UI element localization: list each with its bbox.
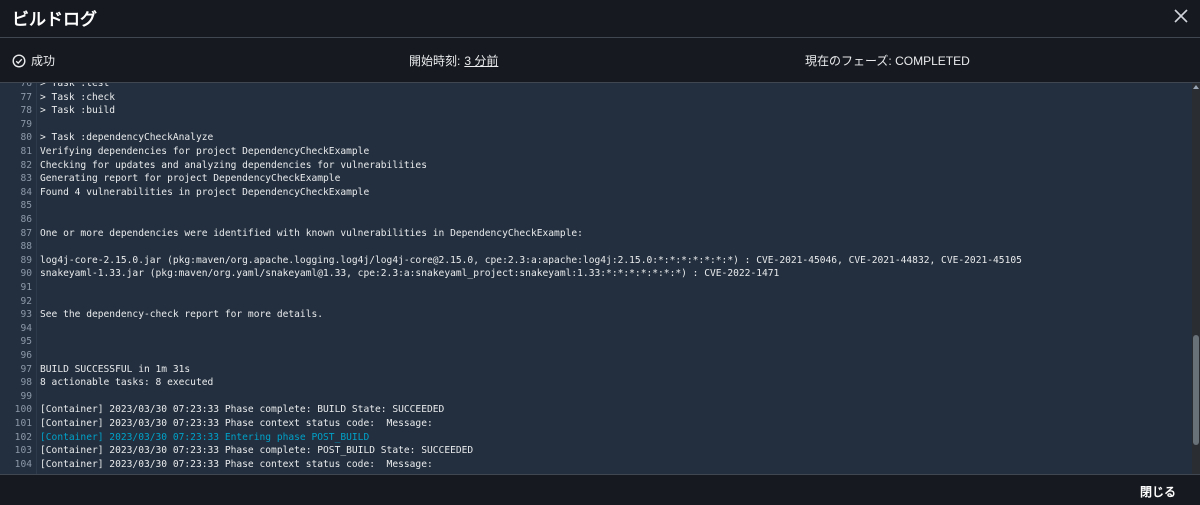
log-line: 104 [Container] 2023/03/30 07:23:33 Phase…: [0, 458, 1192, 472]
line-number: 92: [20, 295, 32, 307]
log-line: 77 > Task :check: [0, 91, 1192, 105]
log-line: 78 > Task :build: [0, 104, 1192, 118]
log-line: 96: [0, 349, 1192, 363]
log-line: 94: [0, 322, 1192, 336]
log-line: 93 See the dependency-check report for mo…: [0, 308, 1192, 322]
line-number: 88: [20, 241, 32, 253]
line-number: 86: [20, 214, 32, 225]
log-text: [Container] 2023/03/30 07:23:33 Phase co…: [40, 404, 445, 416]
log-line: 90 snakeyaml-1.33.jar (pkg:maven/org.yaml…: [0, 267, 1192, 281]
line-number: 104: [14, 458, 32, 470]
modal-header: ビルドログ: [0, 0, 1200, 38]
build-log-viewer[interactable]: 76 > Task :test 77 > Task :check 78 > Task :b…: [0, 83, 1192, 474]
log-text: [Container] 2023/03/30 07:23:33 Phase co…: [40, 445, 474, 457]
log-text: BUILD SUCCESSFUL in 1m 31s: [40, 363, 191, 375]
current-phase: 現在のフェーズ: COMPLETED: [805, 54, 970, 68]
log-line: 84 Found 4 vulnerabilities in project Dep…: [0, 186, 1192, 200]
log-line: 98 8 actionable tasks: 8 executed: [0, 376, 1192, 390]
scroll-thumb[interactable]: [1193, 335, 1199, 445]
close-button[interactable]: 閉じる: [1140, 483, 1176, 500]
line-number: 99: [20, 390, 32, 402]
build-status-bar: 成功 開始時刻: 3 分前 現在のフェーズ: COMPLETED: [0, 38, 1200, 83]
line-number: 76: [20, 83, 32, 89]
log-line: 86: [0, 213, 1192, 227]
log-line: 88: [0, 240, 1192, 254]
log-line: 85: [0, 199, 1192, 213]
log-text: Found 4 vulnerabilities in project Depen…: [40, 186, 370, 198]
log-text: > Task :dependencyCheckAnalyze: [40, 132, 214, 144]
log-scrollbar[interactable]: [1192, 83, 1200, 474]
log-text: > Task :check: [40, 91, 116, 103]
line-number: 102: [14, 431, 32, 443]
line-number: 100: [14, 404, 32, 416]
line-number: 95: [20, 336, 32, 348]
line-number: 79: [20, 118, 32, 130]
line-number: 80: [20, 132, 32, 144]
line-number: 83: [20, 173, 32, 185]
log-text: Generating report for project Dependency…: [40, 173, 341, 185]
log-line: 95: [0, 335, 1192, 349]
line-number: 93: [20, 309, 32, 321]
line-number: 85: [20, 200, 32, 212]
line-number: 77: [20, 91, 32, 103]
line-number: 87: [20, 227, 32, 239]
line-number: 101: [14, 418, 32, 429]
log-line: 82 Checking for updates and analyzing dep…: [0, 159, 1192, 173]
log-line: 80 > Task :dependencyCheckAnalyze: [0, 131, 1192, 145]
line-number: 103: [14, 445, 32, 457]
build-result-label: 成功: [31, 54, 56, 68]
modal-footer: 閉じる: [0, 474, 1200, 505]
line-number: 89: [20, 254, 32, 266]
line-number: 94: [20, 322, 32, 334]
log-line: 76 > Task :test: [0, 83, 1192, 91]
line-number: 90: [20, 268, 32, 280]
line-number: 96: [20, 350, 32, 361]
scroll-up-arrow-icon[interactable]: [1193, 85, 1199, 89]
log-text: > Task :test: [40, 83, 110, 89]
line-number: 84: [20, 186, 32, 198]
line-number: 98: [20, 377, 32, 389]
log-line: 81 Verifying dependencies for project Dep…: [0, 145, 1192, 159]
line-number: 81: [20, 146, 32, 157]
start-time: 開始時刻: 3 分前: [409, 52, 498, 69]
log-text: Verifying dependencies for project Depen…: [40, 146, 370, 157]
log-line: 87 One or more dependencies were identifi…: [0, 227, 1192, 241]
log-text: 8 actionable tasks: 8 executed: [40, 377, 214, 389]
close-icon[interactable]: [1171, 6, 1191, 26]
log-line: 89 log4j-core-2.15.0.jar (pkg:maven/org.a…: [0, 254, 1192, 268]
log-text: One or more dependencies were identified…: [40, 227, 583, 239]
modal-title: ビルドログ: [12, 10, 97, 29]
log-text: Checking for updates and analyzing depen…: [40, 159, 427, 171]
build-result: 成功: [12, 52, 55, 69]
line-number: 91: [20, 282, 32, 293]
log-line: 103 [Container] 2023/03/30 07:23:33 Phase…: [0, 444, 1192, 458]
line-number: 97: [20, 363, 32, 375]
line-number: 78: [20, 105, 32, 117]
line-number: 82: [20, 159, 32, 171]
log-line: 83 Generating report for project Dependen…: [0, 172, 1192, 186]
log-text: [Container] 2023/03/30 07:23:33 Phase co…: [40, 418, 433, 429]
log-line: 91: [0, 281, 1192, 295]
log-line: 100 [Container] 2023/03/30 07:23:33 Phase…: [0, 403, 1192, 417]
log-text: snakeyaml-1.33.jar (pkg:maven/org.yaml/s…: [40, 268, 780, 280]
log-text: [Container] 2023/03/30 07:23:33 Phase co…: [40, 458, 433, 470]
log-text: > Task :build: [40, 105, 116, 117]
log-line: 101 [Container] 2023/03/30 07:23:33 Phase…: [0, 417, 1192, 431]
start-time-link[interactable]: 3 分前: [464, 54, 498, 68]
log-text: See the dependency-check report for more…: [40, 309, 324, 321]
start-time-label: 開始時刻:: [409, 54, 461, 68]
log-line: 97 BUILD SUCCESSFUL in 1m 31s: [0, 363, 1192, 377]
log-line: 102 [Container] 2023/03/30 07:23:33 Enter…: [0, 431, 1192, 445]
log-text: log4j-core-2.15.0.jar (pkg:maven/org.apa…: [40, 254, 1022, 266]
log-line: 99: [0, 390, 1192, 404]
check-circle-icon: [12, 53, 26, 68]
log-line: 79: [0, 118, 1192, 132]
log-line: 92: [0, 295, 1192, 309]
log-text: [Container] 2023/03/30 07:23:33 Entering…: [40, 431, 370, 443]
